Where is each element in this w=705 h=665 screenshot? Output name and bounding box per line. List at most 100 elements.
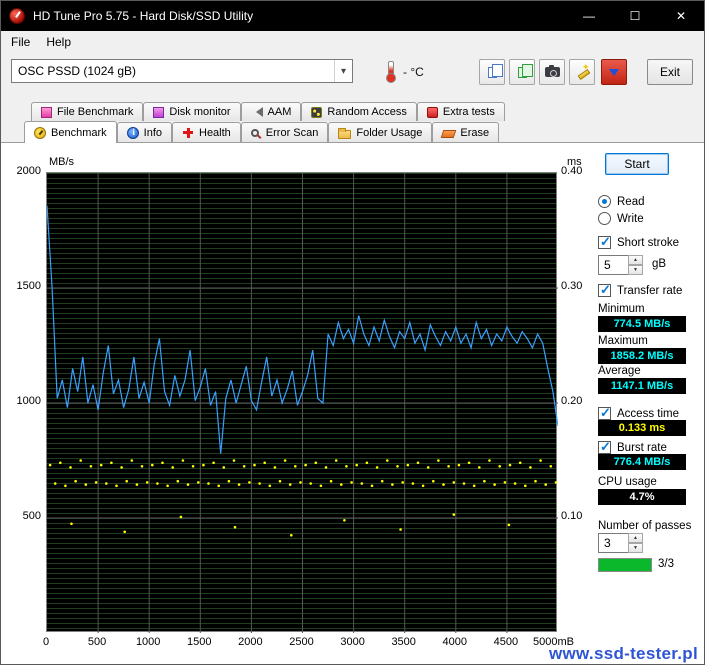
- burst-rate-checkbox[interactable]: [598, 441, 611, 454]
- transfer-rate-option[interactable]: Transfer rate: [598, 284, 682, 297]
- tab-info[interactable]: Info: [117, 122, 172, 142]
- tab-label: Random Access: [327, 106, 406, 118]
- tab-label: Erase: [460, 127, 489, 139]
- read-option[interactable]: Read: [598, 195, 645, 208]
- speaker-icon: [251, 107, 263, 117]
- write-radio[interactable]: [598, 212, 611, 225]
- cpu-usage-label: CPU usage: [598, 476, 657, 488]
- tab-folder-usage[interactable]: Folder Usage: [328, 122, 432, 142]
- average-label: Average: [598, 365, 641, 377]
- tab-disk-monitor[interactable]: Disk monitor: [143, 102, 240, 121]
- x-axis-tick: 3000: [333, 636, 373, 648]
- tab-health[interactable]: Health: [172, 122, 241, 142]
- passes-spinner[interactable]: 3 ▲ ▼: [598, 533, 643, 553]
- app-window: HD Tune Pro 5.75 - Hard Disk/SSD Utility…: [0, 0, 705, 665]
- copy-file-icon: [518, 67, 527, 78]
- folder-icon: [338, 130, 351, 139]
- read-radio[interactable]: [598, 195, 611, 208]
- drive-select-dropdown[interactable]: OSC PSSD (1024 gB) ▾: [11, 59, 353, 83]
- write-option[interactable]: Write: [598, 212, 644, 225]
- side-panel: Start Read Write Short stroke 5 ▲ ▼ gB: [594, 143, 705, 664]
- options-button[interactable]: [569, 59, 595, 85]
- close-button[interactable]: ✕: [658, 1, 704, 31]
- left-axis-unit: MB/s: [49, 156, 74, 168]
- health-cross-icon: [182, 127, 194, 139]
- passes-value[interactable]: 3: [598, 533, 628, 553]
- tab-label: Error Scan: [266, 127, 319, 139]
- right-axis-tick: 0.40: [561, 165, 595, 177]
- left-axis-tick: 1500: [1, 280, 41, 292]
- tab-extra-tests[interactable]: Extra tests: [417, 102, 505, 121]
- right-axis-tick: 0.30: [561, 280, 595, 292]
- short-stroke-value[interactable]: 5: [598, 255, 628, 275]
- exit-button[interactable]: Exit: [647, 59, 693, 85]
- tab-aam[interactable]: AAM: [241, 102, 302, 121]
- spin-up-icon[interactable]: ▲: [628, 255, 643, 265]
- spin-down-icon[interactable]: ▼: [628, 265, 643, 275]
- tab-label: File Benchmark: [57, 106, 133, 118]
- start-button[interactable]: Start: [605, 153, 669, 175]
- progress-bar-fill: [599, 559, 651, 571]
- maximize-button[interactable]: ☐: [612, 1, 658, 31]
- download-arrow-icon: [609, 69, 619, 81]
- transfer-rate-checkbox[interactable]: [598, 284, 611, 297]
- tab-error-scan[interactable]: Error Scan: [241, 122, 329, 142]
- burst-rate-option[interactable]: Burst rate: [598, 441, 667, 454]
- minimize-button[interactable]: —: [566, 1, 612, 31]
- magnifier-icon: [251, 129, 259, 137]
- short-stroke-option[interactable]: Short stroke: [598, 236, 679, 249]
- spin-up-icon[interactable]: ▲: [628, 533, 643, 543]
- copy-file-button[interactable]: [509, 59, 535, 85]
- minimum-value: 774.5 MB/s: [598, 316, 686, 332]
- menu-bar: File Help: [1, 31, 704, 53]
- burst-rate-label: Burst rate: [617, 442, 667, 454]
- copy-clipboard-button[interactable]: [479, 59, 505, 85]
- tab-file-benchmark[interactable]: File Benchmark: [31, 102, 143, 121]
- screenshot-button[interactable]: [539, 59, 565, 85]
- passes-label: Number of passes: [598, 520, 691, 532]
- left-axis-tick: 1000: [1, 395, 41, 407]
- burst-rate-value: 776.4 MB/s: [598, 454, 686, 470]
- right-axis-tick: 0.10: [561, 510, 595, 522]
- access-time-option[interactable]: Access time: [598, 407, 679, 420]
- file-benchmark-icon: [41, 107, 52, 118]
- toolbar: OSC PSSD (1024 gB) ▾ - °C Exit: [1, 53, 704, 97]
- tab-erase[interactable]: Erase: [432, 122, 499, 142]
- spin-down-icon[interactable]: ▼: [628, 543, 643, 553]
- tab-benchmark[interactable]: Benchmark: [24, 121, 117, 143]
- x-axis-tick: 3500: [384, 636, 424, 648]
- benchmark-plot: [47, 173, 558, 633]
- short-stroke-checkbox[interactable]: [598, 236, 611, 249]
- tab-label: Health: [199, 127, 231, 139]
- access-time-checkbox[interactable]: [598, 407, 611, 420]
- menu-file[interactable]: File: [3, 33, 38, 51]
- tab-label: Extra tests: [443, 106, 495, 118]
- x-axis-tick: 4000: [435, 636, 475, 648]
- minimum-label: Minimum: [598, 303, 645, 315]
- tab-random-access[interactable]: Random Access: [301, 102, 416, 121]
- tab-row-bottom: Benchmark Info Health Error Scan Folder …: [1, 121, 704, 142]
- progress-text: 3/3: [658, 558, 674, 570]
- right-axis-tick: 0.20: [561, 395, 595, 407]
- gauge-icon: [34, 127, 46, 139]
- left-axis-tick: 500: [1, 510, 41, 522]
- x-axis-tick: 4500: [486, 636, 526, 648]
- tab-label: Folder Usage: [356, 127, 422, 139]
- download-button[interactable]: [601, 59, 627, 85]
- x-axis-tick: 2000: [230, 636, 270, 648]
- window-controls: — ☐ ✕: [566, 1, 704, 31]
- temperature-value: - °C: [403, 65, 424, 79]
- read-label: Read: [617, 196, 645, 208]
- access-time-label: Access time: [617, 408, 679, 420]
- copy-icon: [488, 67, 497, 78]
- cpu-usage-value: 4.7%: [598, 489, 686, 505]
- menu-help[interactable]: Help: [38, 33, 79, 51]
- left-axis-tick: 2000: [1, 165, 41, 177]
- app-logo-icon: [9, 8, 25, 24]
- watermark: www.ssd-tester.pl: [549, 644, 698, 664]
- info-icon: [127, 127, 139, 139]
- short-stroke-spinner[interactable]: 5 ▲ ▼: [598, 255, 643, 275]
- transfer-rate-label: Transfer rate: [617, 285, 682, 297]
- benchmark-panel: MB/s ms 200015001000500 0.400.300.200.10…: [1, 142, 704, 664]
- tab-label: AAM: [268, 106, 292, 118]
